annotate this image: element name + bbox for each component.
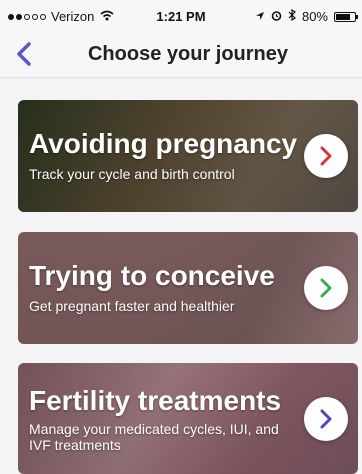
journey-open-button[interactable] [304,397,348,441]
journey-title: Fertility treatments [29,385,282,416]
nav-bar: Choose your journey [0,32,362,78]
journey-card-trying-to-conceive[interactable]: Trying to conceive Get pregnant faster a… [18,232,358,344]
location-arrow-icon [255,9,265,24]
chevron-right-icon [320,278,332,298]
bluetooth-icon [288,8,296,24]
journey-subtitle: Manage your medicated cycles, IUI, and I… [29,421,279,453]
chevron-right-icon [320,409,332,429]
status-bar: Verizon 1:21 PM 80% [0,0,362,32]
journey-title: Trying to conceive [29,260,275,291]
journey-subtitle: Track your cycle and birth control [29,166,235,182]
journey-open-button[interactable] [304,134,348,178]
alarm-icon [271,9,282,24]
journey-card-fertility-treatments[interactable]: Fertility treatments Manage your medicat… [18,363,358,474]
journey-title: Avoiding pregnancy [29,128,298,159]
battery-percent: 80% [301,9,328,24]
journey-open-button[interactable] [304,266,348,310]
status-right: 80% [255,8,358,24]
journey-subtitle: Get pregnant faster and healthier [29,298,235,314]
battery-fill [336,13,351,20]
battery-icon [334,11,358,22]
chevron-right-icon [320,146,332,166]
page-title: Choose your journey [87,43,289,65]
journey-card-avoiding-pregnancy[interactable]: Avoiding pregnancy Track your cycle and … [18,100,358,212]
